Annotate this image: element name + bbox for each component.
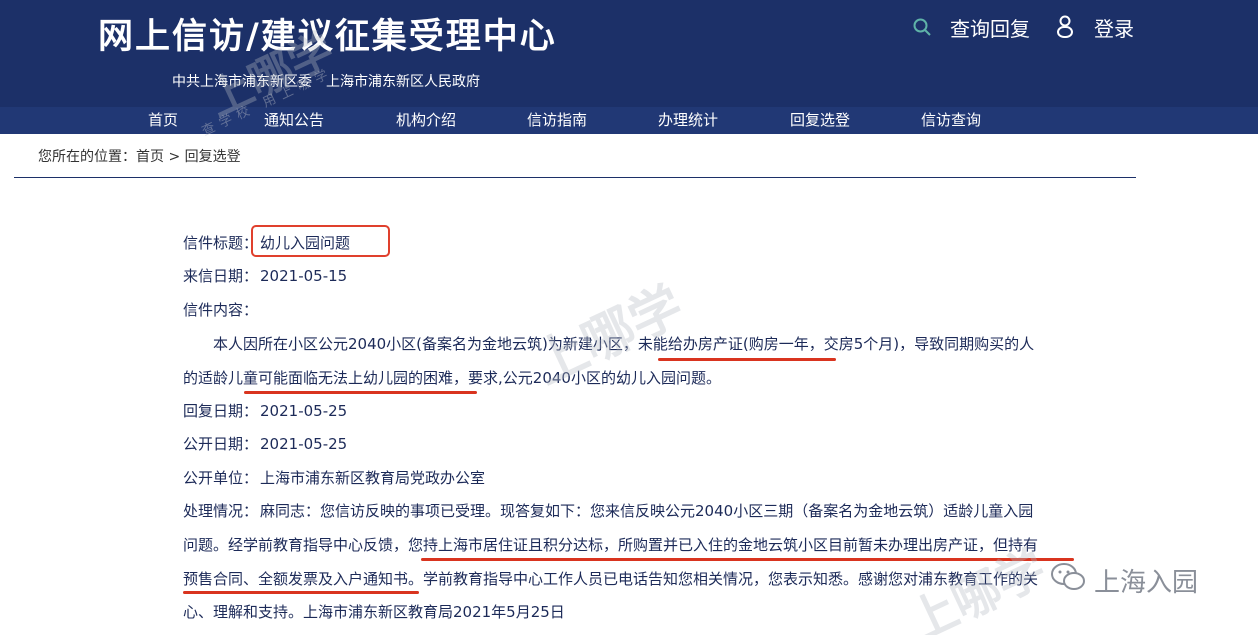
public-unit-label: 公开单位： — [183, 469, 259, 487]
underline-no-certificate — [658, 358, 836, 361]
handling-row: 处理情况： 麻同志：您信访反映的事项已受理。现答复如下：您来信反映公元2040小区… — [183, 500, 1033, 521]
letter-title-value: 幼儿入园问题 — [260, 234, 351, 252]
public-unit-value: 上海市浦东新区教育局党政办公室 — [260, 469, 486, 487]
handling-line-4: 心、理解和支持。上海市浦东新区教育局2021年5月25日 — [183, 603, 565, 621]
wechat-badge: 上海入园 — [1050, 562, 1198, 599]
underline-kindergarten-difficulty — [244, 391, 477, 394]
public-date-label: 公开日期： — [183, 435, 259, 453]
handling-line-2: 问题。经学前教育指导中心反馈，您持上海市居住证且积分达标，所购置并已入住的金地云… — [183, 536, 1039, 554]
public-unit-row: 公开单位： 上海市浦东新区教育局党政办公室 — [183, 467, 485, 488]
letter-content-label: 信件内容： — [183, 301, 259, 319]
handling-line-1: 麻同志：您信访反映的事项已受理。现答复如下：您来信反映公元2040小区三期（备案… — [260, 502, 1034, 520]
received-date-row: 来信日期： 2021-05-15 — [183, 265, 347, 286]
received-date-value: 2021-05-15 — [260, 267, 348, 285]
public-date-value: 2021-05-25 — [260, 435, 348, 453]
reply-date-value: 2021-05-25 — [260, 402, 348, 420]
letter-content-line-2: 的适龄儿童可能面临无法上幼儿园的困难，要求,公元2040小区的幼儿入园问题。 — [183, 369, 721, 387]
content-label-row: 信件内容： — [183, 299, 258, 320]
letter-title-label: 信件标题： — [183, 234, 259, 252]
handling-label: 处理情况： — [183, 502, 259, 520]
reply-date-row: 回复日期： 2021-05-25 — [183, 400, 347, 421]
wechat-badge-text: 上海入园 — [1094, 568, 1199, 598]
underline-presale-contract — [183, 591, 419, 594]
reply-date-label: 回复日期： — [183, 402, 259, 420]
received-date-label: 来信日期： — [183, 267, 259, 285]
public-date-row: 公开日期： 2021-05-25 — [183, 433, 347, 454]
letter-title-row: 信件标题： 幼儿入园问题 — [183, 232, 350, 253]
wechat-icon — [1050, 562, 1094, 599]
